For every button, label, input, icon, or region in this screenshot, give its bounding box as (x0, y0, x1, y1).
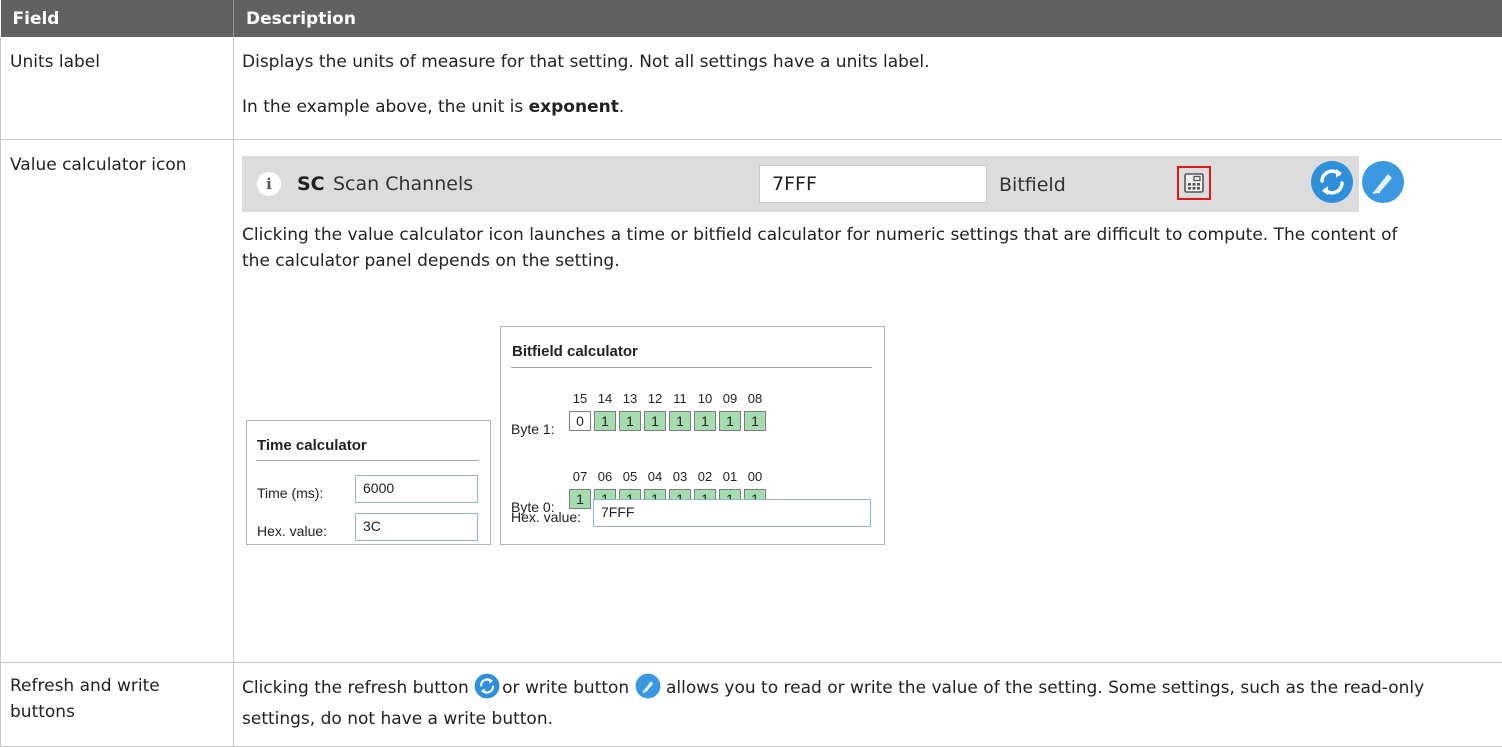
desc-part1: Clicking the refresh button (242, 678, 474, 698)
field-name: Refresh and write buttons (10, 673, 210, 725)
refresh-icon[interactable] (474, 673, 500, 699)
info-icon[interactable]: i (257, 172, 281, 196)
write-icon[interactable] (1361, 160, 1405, 204)
description-cell: i SC Scan Channels 7FFF Bitfield (234, 139, 1502, 662)
table-row: Value calculator icon i SC Scan Channels… (1, 139, 1502, 662)
time-label: Time (ms): (257, 480, 323, 506)
example-unit: exponent (529, 97, 619, 117)
description-text: Clicking the value calculator icon launc… (242, 222, 1422, 274)
description-example: In the example above, the unit is expone… (242, 94, 1494, 120)
write-icon[interactable] (635, 673, 661, 699)
header-description: Description (234, 0, 1502, 37)
description-cell: Clicking the refresh button or write but… (234, 662, 1502, 746)
time-calculator-title: Time calculator (257, 433, 367, 459)
calculator-icon-highlight[interactable] (1177, 166, 1211, 200)
example-prefix: In the example above, the unit is (242, 97, 529, 117)
bitfield-hex-row: Hex. value: 7FFF (500, 326, 885, 545)
time-input[interactable]: 6000 (355, 475, 478, 503)
setting-value-input[interactable]: 7FFF (759, 165, 987, 203)
description-cell: Displays the units of measure for that s… (234, 37, 1502, 139)
table-header-row: Field Description (1, 0, 1502, 37)
field-description-table: Field Description Units label Displays t… (0, 0, 1502, 747)
divider (256, 460, 479, 461)
calculator-panels: Time calculator Time (ms): 6000 Hex. val… (242, 274, 1494, 536)
field-cell: Refresh and write buttons (1, 662, 234, 746)
header-field: Field (1, 0, 234, 37)
description-text: Clicking the refresh button or write but… (242, 673, 1442, 735)
hex-value-input[interactable]: 7FFF (593, 499, 871, 527)
example-suffix: . (619, 97, 624, 117)
description-text: Displays the units of measure for that s… (242, 49, 1494, 75)
table-row: Units label Displays the units of measur… (1, 37, 1502, 139)
field-name: Value calculator icon (10, 152, 210, 178)
setting-code: SC (297, 171, 325, 197)
setting-name: Scan Channels (333, 171, 473, 197)
refresh-icon[interactable] (1310, 160, 1354, 204)
desc-part2: or write button (502, 678, 634, 698)
field-cell: Value calculator icon (1, 139, 234, 662)
setting-row-example: i SC Scan Channels 7FFF Bitfield (242, 156, 1359, 212)
hex-label: Hex. value: (511, 504, 581, 530)
field-name: Units label (10, 49, 225, 75)
hex-label: Hex. value: (257, 518, 327, 544)
setting-units-label: Bitfield (999, 172, 1066, 198)
time-calculator-panel: Time calculator Time (ms): 6000 Hex. val… (246, 420, 491, 545)
field-cell: Units label (1, 37, 234, 139)
table-row: Refresh and write buttons Clicking the r… (1, 662, 1502, 746)
hex-value-input[interactable]: 3C (355, 513, 478, 541)
calculator-icon[interactable] (1184, 173, 1204, 193)
